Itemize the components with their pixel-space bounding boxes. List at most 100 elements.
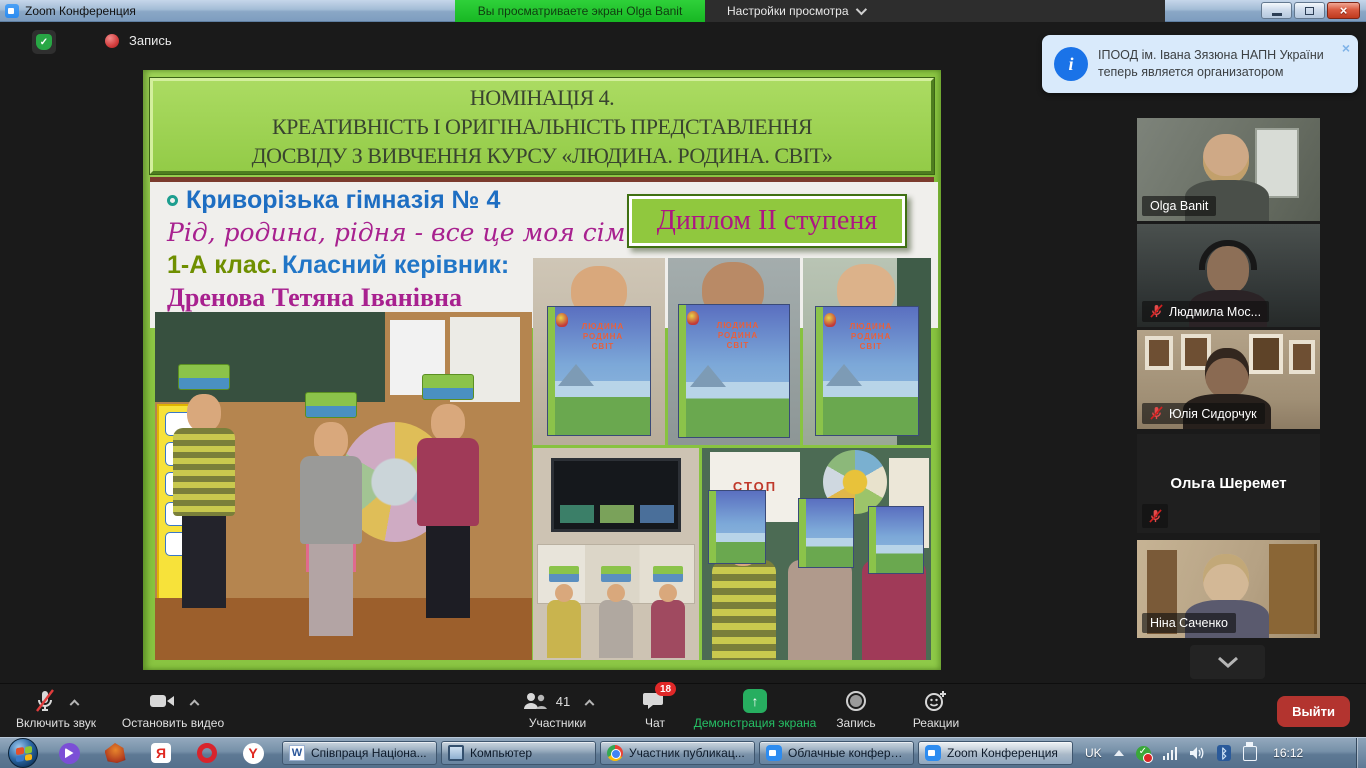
slide-title-line3: ДОСВІДУ З ВИВЧЕННЯ КУРСУ «ЛЮДИНА. РОДИНА… xyxy=(252,141,833,170)
toast-line1: ІПООД ім. Івана Зязюна НАПН України xyxy=(1098,47,1324,64)
book-cover xyxy=(708,490,766,564)
mute-indicator xyxy=(1142,504,1168,528)
participant-name-tag: Olga Banit xyxy=(1142,196,1216,216)
slide-title-line2: КРЕАТИВНІСТЬ І ОРИГІНАЛЬНІСТЬ ПРЕДСТАВЛЕ… xyxy=(272,112,812,141)
window-titlebar: Zoom Конференция Вы просматриваете экран… xyxy=(0,0,1366,22)
language-indicator[interactable]: UK xyxy=(1085,746,1102,760)
reactions-button[interactable]: Реакции xyxy=(900,688,972,730)
view-settings-label: Настройки просмотра xyxy=(727,4,849,18)
chevron-down-icon xyxy=(1217,656,1239,668)
chat-label: Чат xyxy=(645,716,665,730)
award-box: Диплом ІІ ступеня xyxy=(627,194,907,248)
slide-photo-tv-classroom xyxy=(533,448,699,660)
child-figure xyxy=(300,392,362,636)
picture-frame xyxy=(1249,334,1283,374)
close-button[interactable]: × xyxy=(1327,2,1360,19)
stop-video-label: Остановить видео xyxy=(122,716,224,730)
participant-name-tag: Юлія Сидорчук xyxy=(1142,403,1265,424)
taskbar-button-chrome[interactable]: Участник публикац... xyxy=(600,741,755,765)
pinned-icons: Я Y xyxy=(58,742,264,764)
tray-expand-icon[interactable] xyxy=(1114,750,1124,756)
picture-frame xyxy=(1289,340,1315,374)
show-desktop-button[interactable] xyxy=(1356,738,1366,768)
book-cover: ЛЮДИНАРОДИНАСВІТ xyxy=(678,304,790,438)
child-figure xyxy=(173,364,235,608)
task-button-label: Компьютер xyxy=(470,746,532,760)
taskbar-button-computer[interactable]: Компьютер xyxy=(441,741,596,765)
slide-photo-book3: ЛЮДИНАРОДИНАСВІТ xyxy=(803,258,931,445)
video-options-caret[interactable] xyxy=(189,699,199,709)
participant-name: Юлія Сидорчук xyxy=(1169,407,1257,421)
participant-name-tag: Ніна Саченко xyxy=(1142,613,1236,633)
chat-button[interactable]: 18 Чат xyxy=(622,688,688,730)
view-settings-menu[interactable]: Настройки просмотра xyxy=(705,0,1165,22)
share-screen-button[interactable]: ↑ Демонстрация экрана xyxy=(695,688,815,730)
volume-icon[interactable] xyxy=(1189,746,1205,760)
task-buttons: W Співпраця Націона... Компьютер Участни… xyxy=(282,741,1073,765)
book-cover: ЛЮДИНАРОДИНАСВІТ xyxy=(815,306,919,436)
bullet-icon xyxy=(167,195,178,206)
restore-button[interactable] xyxy=(1294,2,1325,19)
wardrobe xyxy=(1269,544,1317,634)
restore-icon xyxy=(1305,7,1314,15)
participant-tile-olga-banit[interactable]: Olga Banit xyxy=(1137,118,1320,221)
participant-face xyxy=(1203,554,1249,604)
yandex-browser-icon[interactable]: Я xyxy=(150,742,172,764)
school-name: Криворізька гімназія № 4 xyxy=(186,186,500,215)
record-label: Запись xyxy=(836,716,875,730)
game-icon[interactable] xyxy=(104,742,126,764)
windows-flag-icon xyxy=(16,746,32,762)
book-cover: ЛЮДИНАРОДИНАСВІТ xyxy=(547,306,651,436)
security-badge[interactable]: ✓ xyxy=(32,30,56,54)
taskbar-button-word[interactable]: W Співпраця Націона... xyxy=(282,741,437,765)
minimize-button[interactable] xyxy=(1261,2,1292,19)
tv-screen xyxy=(551,458,681,532)
start-button[interactable] xyxy=(8,738,38,768)
network-icon[interactable] xyxy=(1163,747,1178,760)
child-figure xyxy=(712,560,776,660)
participant-tile-nina[interactable]: Ніна Саченко xyxy=(1137,540,1320,638)
participant-face xyxy=(1203,134,1249,184)
participant-tile-lyudmila[interactable]: Людмила Мос... xyxy=(1137,224,1320,327)
bluetooth-icon[interactable]: ᛒ xyxy=(1217,745,1231,761)
leave-button[interactable]: Выйти xyxy=(1277,696,1350,727)
toast-close-icon[interactable]: × xyxy=(1342,40,1350,56)
mic-options-caret[interactable] xyxy=(69,699,79,709)
meeting-content: ✓ Запись Вид i ІПООД ім. Івана Зязюна НА… xyxy=(0,22,1366,683)
minimize-icon xyxy=(1272,13,1282,16)
more-participants-button[interactable] xyxy=(1190,645,1265,679)
toast-text: ІПООД ім. Івана Зязюна НАПН України тепе… xyxy=(1098,47,1344,81)
stop-video-button[interactable]: Остановить видео xyxy=(108,688,238,730)
chrome-icon xyxy=(607,745,623,761)
taskbar-button-zoom-cloud[interactable]: Облачные конфере... xyxy=(759,741,914,765)
participants-caret[interactable] xyxy=(585,699,595,709)
taskbar-button-zoom-meeting[interactable]: Zoom Конференция xyxy=(918,741,1073,765)
picture-frame xyxy=(1145,336,1173,370)
child-figure xyxy=(788,560,852,660)
opera-icon[interactable] xyxy=(196,742,218,764)
book-cover xyxy=(798,498,854,568)
unmute-label: Включить звук xyxy=(16,716,96,730)
participant-face xyxy=(1205,348,1249,398)
slide-photo-classroom xyxy=(155,312,532,660)
record-button[interactable]: Запись xyxy=(818,688,894,730)
share-screen-icon: ↑ xyxy=(743,689,767,713)
zoom-icon xyxy=(925,745,941,761)
muted-mic-icon xyxy=(1149,509,1162,524)
unmute-button[interactable]: Включить звук xyxy=(6,688,106,730)
participants-button[interactable]: 41 Участники xyxy=(505,688,610,730)
participants-icon xyxy=(522,691,548,711)
participants-count: 41 xyxy=(556,694,570,709)
reactions-label: Реакции xyxy=(913,716,959,730)
antivirus-icon[interactable] xyxy=(1136,746,1151,761)
alice-icon[interactable] xyxy=(58,742,80,764)
participant-tile-olga-sheremet[interactable]: Ольга Шеремет xyxy=(1137,434,1320,533)
slide-photo-stop-posters: СТОП xyxy=(702,448,931,660)
action-center-icon[interactable] xyxy=(1243,746,1257,761)
slide-motto: Рід, родина, рідня - все це моя сім'я! xyxy=(167,217,637,250)
participant-tile-yuliya[interactable]: Юлія Сидорчук xyxy=(1137,330,1320,429)
chat-badge: 18 xyxy=(655,682,676,696)
clock[interactable]: 16:12 xyxy=(1273,746,1303,760)
yandex-icon[interactable]: Y xyxy=(242,742,264,764)
slide-title-box: НОМІНАЦІЯ 4. КРЕАТИВНІСТЬ І ОРИГІНАЛЬНІС… xyxy=(150,78,934,174)
